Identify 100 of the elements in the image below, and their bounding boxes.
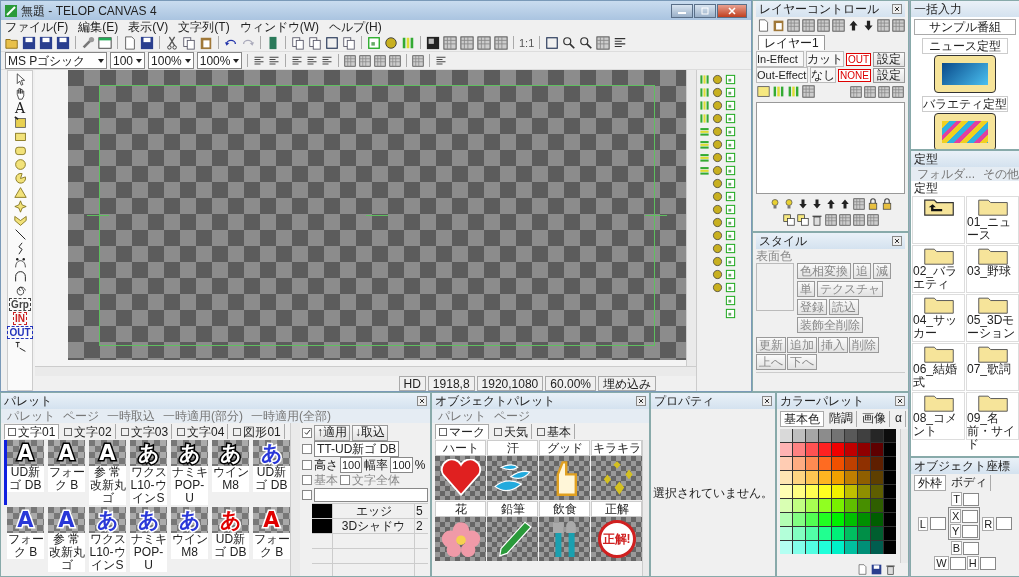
- style-preset[interactable]: あ ナミキPOP-U: [127, 507, 167, 572]
- style-preset[interactable]: あ ナミキPOP-U: [168, 440, 208, 505]
- menu-item[interactable]: 一時適用(部分): [163, 409, 243, 423]
- menu-item[interactable]: パレット: [7, 409, 55, 423]
- text-tool-button[interactable]: A: [14, 101, 26, 115]
- style-preset[interactable]: A 参 常改新丸ゴ: [86, 440, 126, 505]
- folder-path: 定型: [913, 181, 939, 195]
- palette-tab[interactable]: マーク: [435, 424, 489, 439]
- actual-size-button[interactable]: 1:1: [519, 36, 535, 49]
- palette-tab[interactable]: 文字04: [174, 424, 229, 439]
- apply-button[interactable]: ↑適用: [314, 424, 350, 441]
- folder-name: 01_ニュース: [967, 216, 1013, 242]
- object-name: 汗: [487, 440, 538, 456]
- style-preview: あ: [89, 507, 126, 533]
- top-label: T: [951, 492, 962, 506]
- settings-button[interactable]: 設定: [873, 51, 905, 67]
- frame-tool-button[interactable]: OUT: [7, 326, 33, 339]
- menu-item[interactable]: ページ: [494, 409, 530, 423]
- menu-item[interactable]: フォルダ...: [917, 167, 975, 181]
- menu-item[interactable]: 編集(E): [78, 20, 119, 34]
- font-name: ナミキPOP-U: [130, 533, 167, 572]
- style-preset[interactable]: A フォーク B: [250, 507, 290, 572]
- style-preset[interactable]: あ ウインM8: [209, 440, 249, 505]
- width-label: W: [934, 556, 949, 570]
- correct-stamp[interactable]: 正解!: [597, 520, 636, 558]
- window-title: 無題 - TELOP CANVAS 4: [21, 3, 157, 18]
- menu-item[interactable]: ページ: [63, 409, 99, 423]
- style-preset[interactable]: A フォーク B: [45, 440, 85, 505]
- status-field: 60.00%: [545, 376, 596, 391]
- font-name: 参 常改新丸ゴ: [89, 466, 126, 505]
- coordinate-tab[interactable]: 外枠: [914, 475, 946, 491]
- width-dropdown[interactable]: 100%: [148, 52, 194, 69]
- program-tab[interactable]: サンプル番組: [914, 19, 1016, 35]
- template-name: バラエティ定型: [922, 96, 1008, 112]
- palette-tab[interactable]: 文字02: [61, 424, 116, 439]
- font-name: ワクスL10-ウインS: [130, 466, 167, 505]
- decoration-value: 2: [414, 519, 428, 533]
- panel-title: パレット: [4, 394, 52, 408]
- style-preview: A: [48, 440, 85, 466]
- status-field: HD: [398, 376, 426, 391]
- color-tab[interactable]: 基本色: [780, 411, 824, 427]
- menu-item[interactable]: 表示(V): [128, 20, 169, 34]
- ratio-field[interactable]: 100: [390, 456, 413, 473]
- panel-title: 一括入力: [914, 2, 962, 16]
- basic-label: 基本: [314, 473, 338, 487]
- style-preset[interactable]: あ UD新ゴ DB: [209, 507, 249, 572]
- y-label: Y: [949, 524, 962, 538]
- menu-item[interactable]: 一時適用(全部): [251, 409, 331, 423]
- style-preset[interactable]: あ UD新ゴ DB: [250, 440, 290, 505]
- style-preview: A: [7, 440, 44, 466]
- status-field: 1920,1080: [476, 376, 544, 391]
- ratio-label: 幅率: [364, 457, 389, 472]
- font-name: フォーク B: [48, 466, 85, 492]
- panel-title: カラーパレット: [780, 394, 864, 408]
- panel-title: 定型: [914, 152, 938, 166]
- menu-item[interactable]: パレット: [438, 409, 486, 423]
- status-field: 埋め込み: [598, 376, 656, 391]
- style-preset[interactable]: A フォーク B: [4, 507, 44, 572]
- settings-button[interactable]: 設定: [873, 67, 905, 83]
- panel-title: オブジェクトパレット: [435, 394, 555, 408]
- frame-tool-button[interactable]: Grp: [9, 298, 31, 311]
- object-name: 正解: [591, 501, 642, 517]
- menu-item[interactable]: ファイル(F): [5, 20, 69, 34]
- palette-tab[interactable]: 文字03: [117, 424, 173, 439]
- style-preset[interactable]: A 参 常改新丸ゴ: [45, 507, 85, 572]
- font-dropdown[interactable]: MS Pゴシック: [5, 52, 107, 69]
- menu-item[interactable]: その他: [983, 167, 1019, 181]
- coordinate-tab[interactable]: ボディ: [948, 475, 991, 491]
- font-name: ワクスL10-ウインS: [89, 533, 126, 572]
- menu-item[interactable]: 文字列(T): [178, 20, 230, 34]
- bottom-label: B: [950, 541, 963, 555]
- color-tab[interactable]: 階調: [826, 411, 857, 427]
- style-preset[interactable]: あ ワクスL10-ウインS: [127, 440, 167, 505]
- decoration-value: 5: [414, 504, 428, 518]
- color-tab[interactable]: α: [892, 411, 906, 427]
- folder-name: 07_歌詞: [967, 363, 1013, 376]
- font-name: フォーク B: [7, 533, 44, 559]
- decoration-name: エッジ: [332, 504, 414, 518]
- layer-tab[interactable]: レイヤー1: [758, 35, 825, 50]
- palette-tab[interactable]: 基本: [534, 424, 575, 439]
- style-preset[interactable]: A UD新ゴ DB: [4, 440, 44, 505]
- palette-tab[interactable]: 図形01: [230, 424, 285, 439]
- palette-tab[interactable]: 天気: [491, 424, 532, 439]
- color-tab[interactable]: 画像: [859, 411, 890, 427]
- style-preset[interactable]: あ ワクスL10-ウインS: [86, 507, 126, 572]
- style-preview: あ: [171, 507, 208, 533]
- size-dropdown[interactable]: 100: [110, 52, 146, 69]
- menu-item[interactable]: ウィンドウ(W): [239, 20, 319, 34]
- x-label: X: [949, 509, 962, 523]
- height-dropdown[interactable]: 100%: [196, 52, 243, 69]
- effect-value: カット: [805, 51, 844, 67]
- folder-name: 06_結婚式: [913, 363, 959, 389]
- style-preset[interactable]: あ ウインM8: [168, 507, 208, 572]
- template-name: ニュース定型: [922, 38, 1008, 54]
- effect-badge: OUT: [845, 52, 871, 66]
- menu-item[interactable]: 一時取込: [107, 409, 155, 423]
- load-button[interactable]: ↓取込: [352, 424, 388, 441]
- menu-item[interactable]: ヘルプ(H): [329, 20, 382, 34]
- frame-tool-button[interactable]: IN: [13, 312, 27, 325]
- palette-tab[interactable]: 文字01: [4, 424, 60, 439]
